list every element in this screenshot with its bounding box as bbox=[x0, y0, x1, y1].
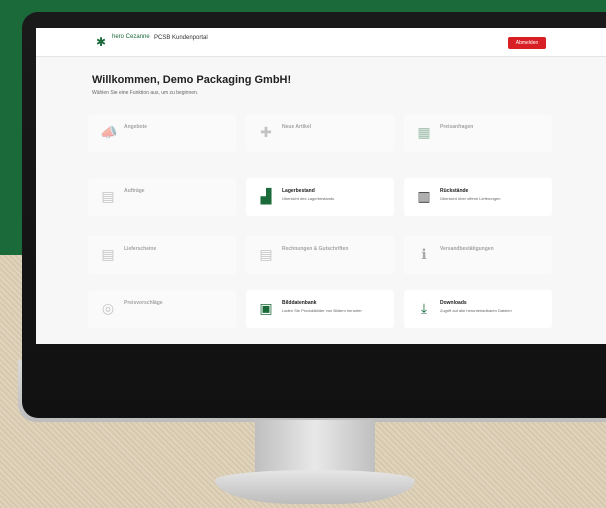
card-title: Neue Artikel bbox=[282, 124, 311, 130]
portal-title: PCSB Kundenportal bbox=[154, 35, 208, 42]
card-auftraege[interactable]: ▤ Aufträge bbox=[88, 178, 236, 216]
card-title: Versandbestätigungen bbox=[440, 246, 494, 252]
card-lieferscheine[interactable]: ▤ Lieferscheine bbox=[88, 236, 236, 274]
welcome-title: Willkommen, Demo Packaging GmbH! bbox=[92, 74, 292, 86]
brand-logo-text: hero Cezanne bbox=[112, 34, 150, 40]
card-rueckstaende[interactable]: ▥ Rückstände Übersicht über offene Liefe… bbox=[404, 178, 552, 216]
card-title: Lagerbestand bbox=[282, 188, 315, 194]
logout-button[interactable]: Abmelden bbox=[508, 37, 546, 49]
card-bilddatenbank[interactable]: ▣ Bilddatenbank Laden Sie Produktbilder … bbox=[246, 290, 394, 328]
delivery-note-icon: ▤ bbox=[101, 246, 115, 262]
card-title: Rückstände bbox=[440, 188, 469, 194]
card-title: Preisvorschläge bbox=[124, 300, 163, 306]
card-preisanfragen[interactable]: ▦ Preisanfragen bbox=[404, 114, 552, 152]
card-title: Preisanfragen bbox=[440, 124, 474, 130]
card-description: Laden Sie Produktbilder von Bildern heru… bbox=[282, 308, 362, 313]
image-icon: ▣ bbox=[259, 300, 273, 316]
card-title: Aufträge bbox=[124, 188, 145, 194]
download-icon: ⤓ bbox=[420, 300, 428, 316]
card-downloads[interactable]: ⤓ Downloads Zugriff auf alle herunterlad… bbox=[404, 290, 552, 328]
card-title: Lieferscheine bbox=[124, 246, 157, 252]
card-description: Übersicht über offene Lieferungen bbox=[440, 196, 501, 201]
card-lagerbestand[interactable]: ▟ Lagerbestand Übersicht des Lagerbestan… bbox=[246, 178, 394, 216]
price-icon: ◎ bbox=[101, 300, 115, 316]
card-title: Angebote bbox=[124, 124, 148, 130]
backlog-icon: ▥ bbox=[417, 188, 431, 204]
calculator-icon: ▦ bbox=[417, 124, 431, 140]
info-icon: ℹ bbox=[421, 246, 427, 262]
portal-title-text: PCSB Kundenportal bbox=[154, 35, 208, 41]
invoice-icon: ▤ bbox=[259, 246, 273, 262]
card-title: Rechnungen & Gutschriften bbox=[282, 246, 349, 252]
card-versandbestaetigungen[interactable]: ℹ Versandbestätigungen bbox=[404, 236, 552, 274]
card-description: Übersicht des Lagerbestands bbox=[282, 196, 335, 201]
card-description: Zugriff auf alle herunterladbaren Dateie… bbox=[440, 308, 512, 313]
top-bar: ✱ hero Cezanne PCSB Kundenportal Abmelde… bbox=[36, 28, 606, 57]
card-angebote[interactable]: 📣 Angebote bbox=[88, 114, 236, 152]
card-title: Bilddatenbank bbox=[282, 300, 317, 306]
welcome-subtitle: Wählen Sie eine Funktion aus, um zu begi… bbox=[92, 90, 199, 96]
order-icon: ▤ bbox=[101, 188, 115, 204]
megaphone-icon: 📣 bbox=[100, 124, 118, 140]
screen: ✱ hero Cezanne PCSB Kundenportal Abmelde… bbox=[36, 28, 606, 344]
card-title: Downloads bbox=[440, 300, 467, 306]
card-rechnungen[interactable]: ▤ Rechnungen & Gutschriften bbox=[246, 236, 394, 274]
stock-icon: ▟ bbox=[260, 188, 272, 204]
star-logo-icon: ✱ bbox=[96, 35, 107, 49]
card-preisvorschlaege[interactable]: ◎ Preisvorschläge bbox=[88, 290, 236, 328]
new-item-icon: ✚ bbox=[260, 124, 272, 140]
card-neue-artikel[interactable]: ✚ Neue Artikel bbox=[246, 114, 394, 152]
